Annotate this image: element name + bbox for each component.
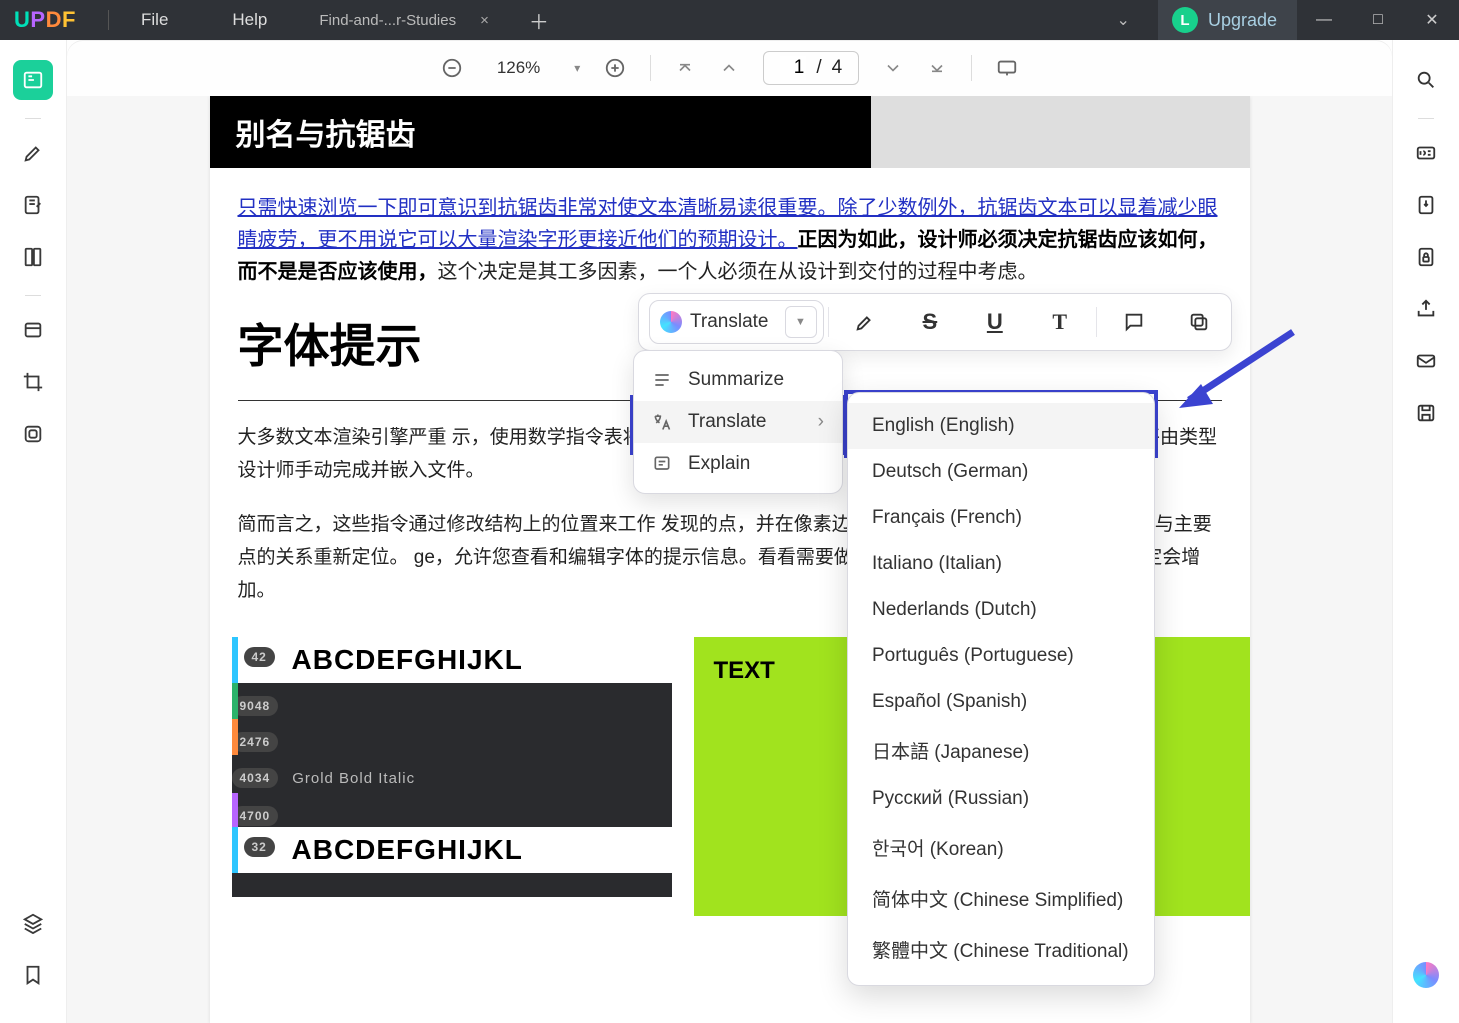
tutorial-arrow-icon [1173, 326, 1303, 416]
translate-dropdown-button[interactable]: ▼ [785, 306, 817, 338]
font-sprite-image: 42ABCDEFGHIJKL 9048 2476 4034Grold Bold … [232, 637, 672, 897]
compress-icon[interactable] [1406, 185, 1446, 225]
minimize-button[interactable]: — [1297, 0, 1351, 40]
lang-item[interactable]: English (English) [848, 403, 1154, 449]
zoom-out-button[interactable] [441, 57, 463, 79]
right-sidebar [1392, 40, 1459, 1023]
ai-actions-menu: Summarize Translate › Explain [633, 350, 843, 494]
comment-icon[interactable] [1101, 311, 1166, 333]
zoom-in-button[interactable] [604, 57, 626, 79]
email-icon[interactable] [1406, 341, 1446, 381]
crop-tool-icon[interactable] [13, 362, 53, 402]
save-icon[interactable] [1406, 393, 1446, 433]
ai-translate-button[interactable]: Translate ▼ [649, 300, 824, 344]
presentation-icon[interactable] [996, 57, 1018, 79]
highlighted-paragraph[interactable]: 只需快速浏览一下即可意识到抗锯齿非常对使文本清晰易读很重要。除了少数例外，抗锯齿… [210, 168, 1250, 288]
app-logo: UPDF [0, 7, 108, 33]
page-last-icon[interactable] [927, 58, 947, 78]
banner-title: 别名与抗锯齿 [210, 96, 871, 168]
lang-item[interactable]: 简体中文 (Chinese Simplified) [848, 873, 1154, 924]
document-toolbar: 126% ▾ / 4 [67, 40, 1392, 96]
share-icon[interactable] [1406, 289, 1446, 329]
lang-item[interactable]: Português (Portuguese) [848, 633, 1154, 679]
page-first-icon[interactable] [675, 58, 695, 78]
protect-icon[interactable] [1406, 237, 1446, 277]
lang-item[interactable]: Deutsch (German) [848, 449, 1154, 495]
document-tab[interactable]: Find-and-...r-Studies × [299, 0, 509, 40]
lang-item[interactable]: Français (French) [848, 495, 1154, 541]
zoom-level[interactable]: 126% [487, 58, 550, 78]
language-menu: English (English) Deutsch (German) Franç… [847, 392, 1155, 986]
text-icon[interactable]: T [1027, 309, 1092, 335]
page-next-icon[interactable] [883, 58, 903, 78]
zoom-dropdown-icon[interactable]: ▾ [574, 61, 580, 75]
search-icon[interactable] [1406, 60, 1446, 100]
edit-tool-icon[interactable] [13, 185, 53, 225]
page-tool-icon[interactable] [13, 237, 53, 277]
ai-orb-icon [660, 311, 682, 333]
lang-item[interactable]: Русский (Russian) [848, 776, 1154, 822]
add-tab-button[interactable]: ＋ [509, 6, 569, 35]
lang-item[interactable]: Italiano (Italian) [848, 541, 1154, 587]
page-current-input[interactable] [780, 56, 806, 80]
form-tool-icon[interactable] [13, 310, 53, 350]
lang-item[interactable]: 繁體中文 (Chinese Traditional) [848, 924, 1154, 975]
page-total: 4 [832, 57, 843, 79]
layers-icon[interactable] [13, 903, 53, 943]
maximize-button[interactable]: □ [1351, 0, 1405, 40]
bookmark-icon[interactable] [13, 955, 53, 995]
lang-item[interactable]: Español (Spanish) [848, 679, 1154, 725]
left-sidebar [0, 40, 67, 1023]
user-avatar: L [1172, 7, 1198, 33]
upgrade-button[interactable]: L Upgrade [1158, 0, 1297, 40]
title-bar: UPDF File Help Find-and-...r-Studies × ＋… [0, 0, 1459, 40]
window-close-button[interactable]: ✕ [1405, 0, 1459, 40]
redact-tool-icon[interactable] [13, 414, 53, 454]
highlighter-tool-icon[interactable] [13, 133, 53, 173]
close-icon[interactable]: × [480, 12, 489, 29]
tab-more-icon[interactable]: ⌄ [1089, 10, 1158, 30]
underline-icon[interactable]: U [962, 309, 1027, 335]
ocr-icon[interactable] [1406, 133, 1446, 173]
lang-item[interactable]: Nederlands (Dutch) [848, 587, 1154, 633]
tab-title: Find-and-...r-Studies [319, 12, 456, 29]
lang-item[interactable]: 日本語 (Japanese) [848, 725, 1154, 776]
explain-item[interactable]: Explain [634, 443, 842, 485]
selection-toolbar: Translate ▼ S U T [638, 293, 1232, 351]
page-prev-icon[interactable] [719, 58, 739, 78]
translate-item[interactable]: Translate › [634, 401, 842, 443]
menu-help[interactable]: Help [200, 10, 299, 30]
strikethrough-icon[interactable]: S [897, 309, 962, 335]
page-counter[interactable]: / 4 [763, 51, 859, 85]
ai-assistant-icon[interactable] [1406, 955, 1446, 995]
menu-file[interactable]: File [109, 10, 200, 30]
highlighter-icon[interactable] [833, 311, 898, 333]
reader-tool-icon[interactable] [13, 60, 53, 100]
banner-image [871, 96, 1250, 168]
summarize-item[interactable]: Summarize [634, 359, 842, 401]
lang-item[interactable]: 한국어 (Korean) [848, 822, 1154, 873]
